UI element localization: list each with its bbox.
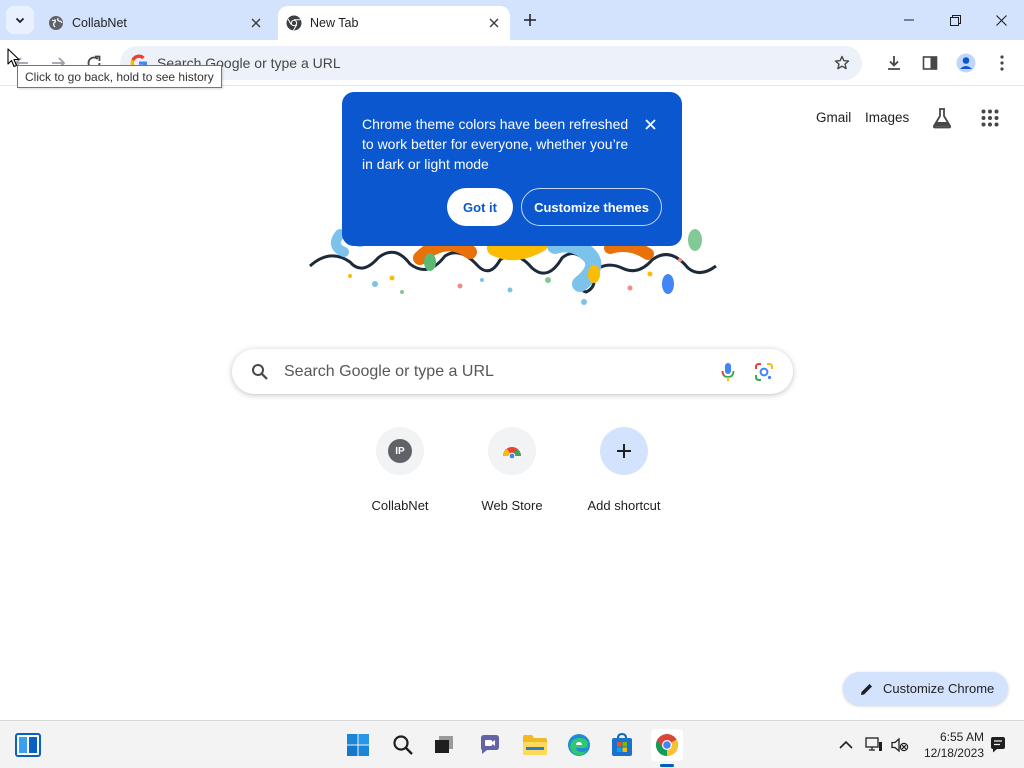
side-panel-button[interactable]: [914, 47, 946, 79]
profile-button[interactable]: [950, 47, 982, 79]
file-explorer-icon[interactable]: [519, 729, 551, 761]
omnibox[interactable]: [120, 46, 862, 80]
shortcut-web-store[interactable]: Web Store: [456, 426, 568, 518]
minimize-icon: [904, 19, 914, 21]
teams-chat-icon[interactable]: [474, 729, 506, 761]
show-hidden-icons-icon[interactable]: [834, 733, 858, 757]
clock-time: 6:55 AM: [939, 730, 984, 744]
theme-promo-bubble: Chrome theme colors have been refreshed …: [342, 92, 682, 246]
search-icon: [250, 362, 270, 382]
web-store-icon: [503, 447, 521, 460]
tab-title: New Tab: [310, 16, 359, 30]
task-view-icon[interactable]: [428, 729, 460, 761]
close-icon: [995, 14, 1007, 26]
chrome-menu-button[interactable]: [986, 47, 1018, 79]
close-window-button[interactable]: [978, 0, 1024, 40]
back-button-tooltip: Click to go back, hold to see history: [17, 65, 222, 88]
site-initials-avatar: IP: [388, 439, 412, 463]
shortcut-collabnet[interactable]: IP CollabNet: [344, 426, 456, 518]
notifications-icon[interactable]: [986, 733, 1010, 757]
chrome-icon: [286, 15, 302, 31]
download-icon: [888, 56, 900, 70]
shortcut-label: Add shortcut: [587, 498, 661, 513]
minimize-button[interactable]: [886, 0, 932, 40]
gmail-link[interactable]: Gmail: [816, 110, 851, 125]
tab-title: CollabNet: [72, 16, 127, 30]
plus-icon: [617, 444, 631, 458]
got-it-button[interactable]: Got it: [447, 188, 513, 226]
bookmark-star-icon[interactable]: [828, 49, 856, 77]
plus-icon: [524, 14, 536, 26]
shortcut-tile: [600, 427, 648, 475]
more-vert-icon: [1000, 55, 1004, 71]
volume-muted-icon[interactable]: [888, 733, 912, 757]
tab-collabnet[interactable]: CollabNet: [40, 6, 272, 40]
customize-chrome-button[interactable]: Customize Chrome: [843, 672, 1008, 705]
images-link[interactable]: Images: [865, 110, 909, 125]
shortcut-add[interactable]: Add shortcut: [568, 426, 680, 518]
chevron-down-icon: [15, 17, 25, 24]
windows-taskbar: 6:55 AM 12/18/2023: [0, 720, 1024, 768]
google-lens-icon[interactable]: [751, 359, 777, 385]
pencil-icon: [859, 681, 875, 697]
downloads-button[interactable]: [878, 47, 910, 79]
profile-avatar-icon: [956, 53, 976, 73]
edge-browser-icon[interactable]: [563, 729, 595, 761]
tab-search-button[interactable]: [6, 6, 34, 34]
widgets-icon[interactable]: [12, 729, 44, 761]
shortcut-label: CollabNet: [371, 498, 429, 513]
google-apps-icon[interactable]: [976, 104, 1004, 132]
system-clock[interactable]: 6:55 AM 12/18/2023: [918, 729, 984, 761]
tab-new-tab[interactable]: New Tab: [278, 6, 510, 40]
mouse-cursor-icon: [7, 48, 20, 68]
active-app-indicator: [660, 764, 674, 767]
customize-chrome-label: Customize Chrome: [883, 681, 995, 696]
taskbar-search-icon[interactable]: [387, 729, 419, 761]
shortcut-label: Web Store: [481, 498, 543, 513]
start-windows-icon[interactable]: [342, 729, 374, 761]
tab-strip: CollabNet New Tab: [0, 0, 1024, 40]
globe-icon: [48, 15, 64, 31]
search-input[interactable]: [284, 362, 715, 381]
side-panel-icon: [922, 56, 938, 70]
clock-date: 12/18/2023: [923, 746, 984, 760]
new-tab-button[interactable]: [518, 8, 542, 32]
restore-button[interactable]: [932, 0, 978, 40]
microsoft-store-icon[interactable]: [606, 729, 638, 761]
chrome-taskbar-icon[interactable]: [651, 729, 683, 761]
ntp-search-box[interactable]: [232, 349, 793, 394]
restore-icon: [949, 14, 961, 26]
network-icon[interactable]: [862, 733, 886, 757]
close-tab-icon[interactable]: [484, 13, 504, 33]
shortcut-tile: [488, 427, 536, 475]
voice-search-icon[interactable]: [715, 359, 741, 385]
promo-message: Chrome theme colors have been refreshed …: [362, 116, 629, 172]
close-icon[interactable]: [640, 114, 660, 134]
customize-themes-button[interactable]: Customize themes: [521, 188, 662, 226]
close-tab-icon[interactable]: [246, 13, 266, 33]
omnibox-input[interactable]: [157, 55, 828, 71]
shortcut-tile: IP: [376, 427, 424, 475]
labs-flask-icon[interactable]: [928, 104, 956, 132]
